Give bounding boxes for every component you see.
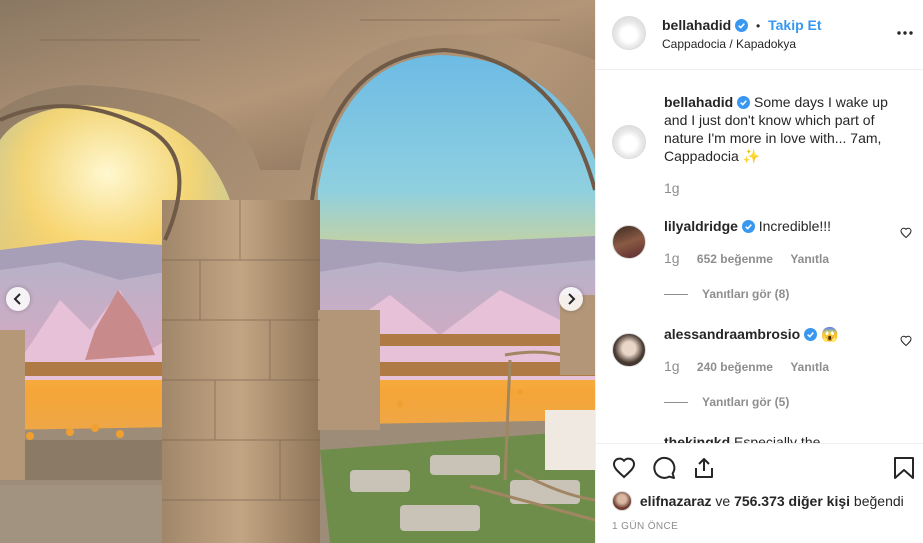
heart-icon[interactable] [612,456,636,480]
comment-text: lilyaldridge Incredible!!! [664,217,894,235]
reply-button[interactable]: Yanıtla [790,360,829,374]
bookmark-icon[interactable] [893,456,915,480]
commenter-username[interactable]: lilyaldridge [664,218,738,234]
caption-text: bellahadid Some days I wake up and I jus… [664,93,894,165]
author-row: bellahadid • Takip Et [662,17,822,33]
comment-text: thekingkd Especially the [664,433,894,443]
next-photo-button[interactable] [559,287,583,311]
comment-time[interactable]: 1g [664,250,680,266]
comments-list[interactable]: bellahadid Some days I wake up and I jus… [596,71,923,443]
chevron-right-icon [568,293,576,305]
post-actions-bar: elifnazaraz ve 756.373 diğer kişi beğend… [596,443,923,543]
liked-connector: ve [715,493,731,509]
comment-text: alessandraambrosio 😱 [664,325,894,343]
author-avatar[interactable] [612,16,646,50]
comment-body: Especially the [734,434,821,443]
chevron-left-icon [13,293,21,305]
previous-photo-button[interactable] [6,287,30,311]
liked-suffix: beğendi [853,493,904,509]
share-icon[interactable] [692,456,716,480]
liked-username[interactable]: elifnazaraz [640,493,712,509]
author-username[interactable]: bellahadid [662,17,731,33]
caption-username[interactable]: bellahadid [664,94,733,110]
verified-badge-icon [735,19,749,32]
post-side-panel: bellahadid • Takip Et Cappadocia / Kapad… [595,0,923,543]
like-comment-heart-icon[interactable] [900,335,912,347]
replies-divider-line [664,294,688,296]
post-header: bellahadid • Takip Et Cappadocia / Kapad… [596,0,923,70]
cappadocia-arches-image [0,0,595,543]
comment-icon[interactable] [652,456,676,480]
comment-body: Incredible!!! [758,218,832,234]
commenter-avatar[interactable] [612,225,646,259]
commenter-avatar[interactable] [612,333,646,367]
follow-button[interactable]: Takip Et [768,17,821,33]
comment-time[interactable]: 1g [664,358,680,374]
commenter-username[interactable]: thekingkd [664,434,730,443]
comment-likes[interactable]: 652 beğenme [697,252,773,266]
caption-time[interactable]: 1g [664,180,680,196]
view-replies-label: Yanıtları gör (5) [702,395,790,409]
verified-badge-icon [741,220,755,233]
liked-count[interactable]: 756.373 diğer kişi [734,493,850,509]
like-comment-heart-icon[interactable] [900,227,912,239]
likes-summary: elifnazaraz ve 756.373 diğer kişi beğend… [612,491,904,511]
comment-meta: 1g 240 beğenme Yanıtla [664,358,843,374]
commenter-username[interactable]: alessandraambrosio [664,326,800,342]
liked-user-avatar[interactable] [612,491,632,511]
comment-likes[interactable]: 240 beğenme [697,360,773,374]
verified-badge-icon [804,328,818,341]
reply-button[interactable]: Yanıtla [790,252,829,266]
caption-author-avatar[interactable] [612,125,646,159]
post-date[interactable]: 1 GÜN ÖNCE [612,521,678,532]
verified-badge-icon [737,96,751,109]
post-photo[interactable] [0,0,595,543]
comment-meta: 1g 652 beğenme Yanıtla [664,250,843,266]
more-options-icon[interactable] [896,24,914,42]
post-location[interactable]: Cappadocia / Kapadokya [662,37,796,51]
caption-meta: 1g [664,180,694,196]
view-replies-label: Yanıtları gör (8) [702,287,790,301]
view-replies-button[interactable]: Yanıtları gör (8) [664,287,789,301]
replies-divider-line [664,402,688,404]
comment-body: 😱 [820,326,839,342]
view-replies-button[interactable]: Yanıtları gör (5) [664,395,789,409]
separator-dot: • [756,19,761,33]
